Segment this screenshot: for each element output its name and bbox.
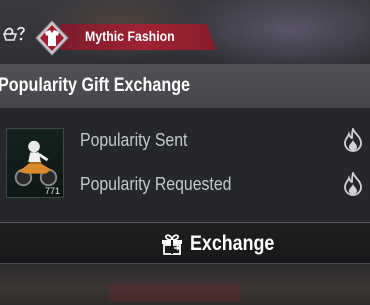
popularity-gift-exchange-panel: Popularity Gift Exchange 771 Popularity … (0, 64, 370, 264)
panel-title: Popularity Gift Exchange (0, 75, 191, 96)
panel-body: 771 Popularity Sent Popularity Requested (0, 108, 370, 222)
panel-header: Popularity Gift Exchange (0, 64, 370, 108)
exchange-button[interactable]: Exchange (150, 229, 280, 259)
popularity-sent-label: Popularity Sent (80, 130, 188, 150)
wardrobe-icon[interactable] (2, 22, 28, 44)
exchange-bar: Exchange (0, 222, 370, 264)
background-lower-area (0, 262, 370, 305)
exchange-button-label[interactable]: Exchange (190, 232, 274, 256)
flame-icon (344, 172, 362, 196)
flame-icon (344, 128, 362, 152)
gift-item-thumbnail[interactable]: 771 (6, 128, 64, 198)
gift-icon (162, 234, 182, 255)
popularity-requested-label: Popularity Requested (80, 174, 232, 194)
mythic-fashion-badge-icon (35, 20, 69, 56)
gift-item-count: 771 (44, 186, 60, 196)
mythic-fashion-tab-label[interactable]: Mythic Fashion (85, 28, 175, 44)
top-bar: Mythic Fashion (0, 16, 230, 56)
